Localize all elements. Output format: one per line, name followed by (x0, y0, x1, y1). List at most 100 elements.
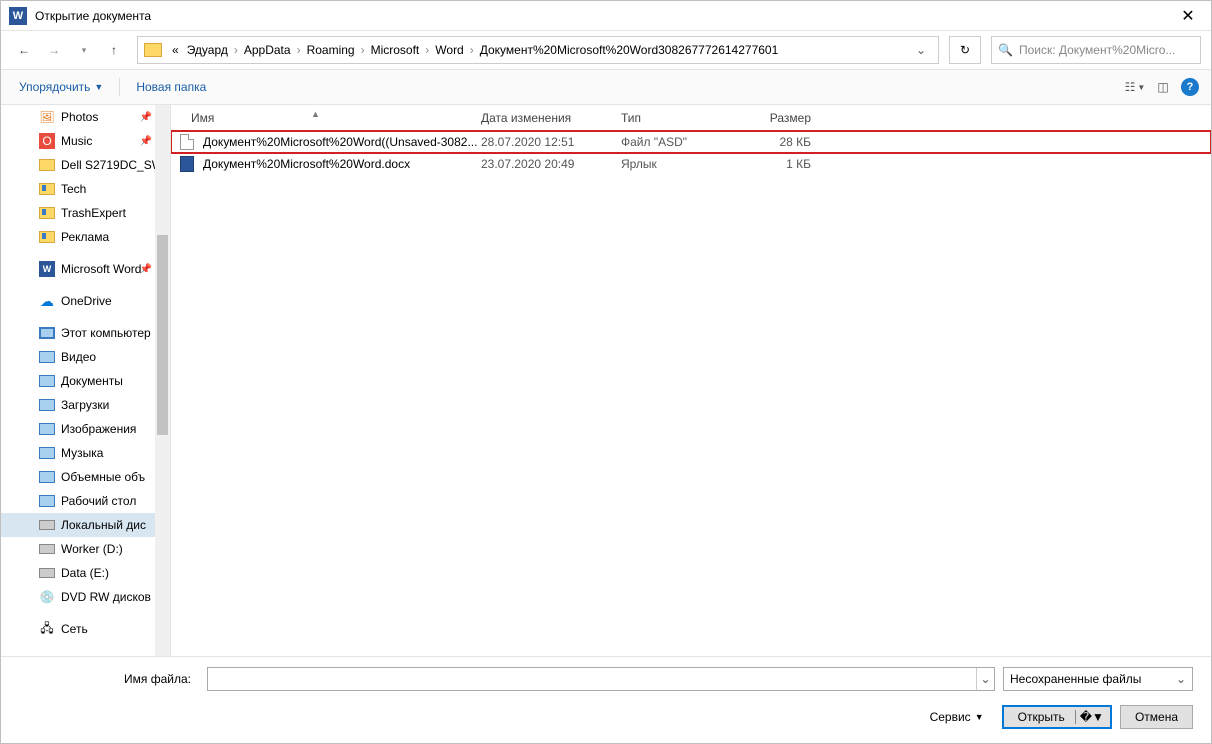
sidebar-item[interactable]: Data (E:) (1, 561, 170, 585)
sidebar-item[interactable]: Worker (D:) (1, 537, 170, 561)
file-row[interactable]: Документ%20Microsoft%20Word((Unsaved-308… (171, 131, 1211, 153)
file-pane: Имя▲ Дата изменения Тип Размер Документ%… (171, 105, 1211, 656)
sidebar-item-label: Microsoft Word (61, 262, 141, 276)
sidebar-item[interactable]: Dell S2719DC_SW (1, 153, 170, 177)
toolbar: Упорядочить ▼ Новая папка ☷▼ ◫ ? (1, 69, 1211, 105)
col-header-size[interactable]: Размер (741, 111, 821, 125)
footer: Имя файла: ⌄ Несохраненные файлы⌄ Сервис… (1, 656, 1211, 743)
sort-indicator-icon: ▲ (311, 109, 320, 119)
sidebar-item-label: Tech (61, 182, 86, 196)
crumb-0[interactable]: Эдуард (183, 43, 232, 57)
view-options-button[interactable]: ☷▼ (1125, 77, 1145, 97)
search-icon: 🔍 (998, 43, 1013, 57)
sidebar-item-label: Этот компьютер (61, 326, 151, 340)
sidebar-item[interactable]: OMusic📌 (1, 129, 170, 153)
open-file-dialog: W Открытие документа ✕ ← → ▾ ↑ « Эдуард›… (0, 0, 1212, 744)
file-date: 23.07.2020 20:49 (481, 157, 621, 171)
sidebar-item-label: Реклама (61, 230, 109, 244)
crumb-4[interactable]: Word (431, 43, 467, 57)
sidebar-scrollbar[interactable] (155, 105, 170, 656)
sidebar-item-label: DVD RW дисков (61, 590, 151, 604)
filename-input[interactable]: ⌄ (207, 667, 995, 691)
forward-button[interactable]: → (41, 37, 67, 63)
sidebar-item-label: Dell S2719DC_SW (61, 158, 163, 172)
col-header-date[interactable]: Дата изменения (481, 111, 621, 125)
filename-dropdown[interactable]: ⌄ (976, 668, 994, 690)
search-input[interactable]: 🔍 Поиск: Документ%20Micro... (991, 36, 1201, 64)
sidebar-item[interactable]: 🖧Сеть (1, 617, 170, 641)
filename-label: Имя файла: (19, 672, 199, 686)
sidebar-item[interactable]: Изображения (1, 417, 170, 441)
titlebar: W Открытие документа ✕ (1, 1, 1211, 31)
new-folder-button[interactable]: Новая папка (130, 76, 212, 98)
sidebar-item[interactable]: Этот компьютер (1, 321, 170, 345)
sidebar-item-label: Видео (61, 350, 96, 364)
help-button[interactable]: ? (1181, 78, 1199, 96)
file-row[interactable]: Документ%20Microsoft%20Word.docx23.07.20… (171, 153, 1211, 175)
folder-icon (144, 43, 162, 57)
crumb-2[interactable]: Roaming (303, 43, 359, 57)
sidebar-item[interactable]: Загрузки (1, 393, 170, 417)
recent-dropdown[interactable]: ▾ (71, 37, 97, 63)
sidebar-item[interactable]: Рабочий стол (1, 489, 170, 513)
organize-button[interactable]: Упорядочить ▼ (13, 76, 109, 98)
sidebar: 🖼Photos📌OMusic📌Dell S2719DC_SWTechTrashE… (1, 105, 171, 656)
crumb-3[interactable]: Microsoft (367, 43, 424, 57)
sidebar-item-label: Worker (D:) (61, 542, 123, 556)
address-dropdown[interactable]: ⌄ (910, 43, 932, 57)
crumb-1[interactable]: AppData (240, 43, 295, 57)
sidebar-item-label: Изображения (61, 422, 136, 436)
col-header-name[interactable]: Имя▲ (171, 111, 481, 125)
sidebar-item-label: Сеть (61, 622, 88, 636)
file-name: Документ%20Microsoft%20Word.docx (203, 157, 481, 171)
pin-icon: 📌 (140, 112, 152, 123)
file-type: Файл "ASD" (621, 135, 741, 149)
col-header-type[interactable]: Тип (621, 111, 741, 125)
crumb-prefix[interactable]: « (168, 43, 183, 57)
open-split-dropdown[interactable]: �▼ (1075, 710, 1104, 724)
up-button[interactable]: ↑ (101, 37, 127, 63)
file-icon (180, 134, 194, 150)
filetype-filter[interactable]: Несохраненные файлы⌄ (1003, 667, 1193, 691)
sidebar-item[interactable]: Объемные объ (1, 465, 170, 489)
close-button[interactable]: ✕ (1173, 6, 1203, 26)
nav-row: ← → ▾ ↑ « Эдуард› AppData› Roaming› Micr… (1, 31, 1211, 69)
search-placeholder: Поиск: Документ%20Micro... (1019, 43, 1176, 57)
sidebar-item-label: Data (E:) (61, 566, 109, 580)
preview-pane-button[interactable]: ◫ (1153, 77, 1173, 97)
sidebar-item-label: Рабочий стол (61, 494, 136, 508)
window-title: Открытие документа (35, 9, 1173, 23)
file-size: 1 КБ (741, 157, 821, 171)
address-bar[interactable]: « Эдуард› AppData› Roaming› Microsoft› W… (137, 36, 939, 64)
crumb-5[interactable]: Документ%20Microsoft%20Word3082677726142… (476, 43, 783, 57)
sidebar-item-label: TrashExpert (61, 206, 126, 220)
cancel-button[interactable]: Отмена (1120, 705, 1193, 729)
sidebar-item[interactable]: 💿DVD RW дисков (1, 585, 170, 609)
dialog-body: 🖼Photos📌OMusic📌Dell S2719DC_SWTechTrashE… (1, 105, 1211, 656)
sidebar-item[interactable]: Tech (1, 177, 170, 201)
sidebar-item-label: Музыка (61, 446, 103, 460)
sidebar-item-label: Документы (61, 374, 123, 388)
pin-icon: 📌 (140, 264, 152, 275)
file-size: 28 КБ (741, 135, 821, 149)
pin-icon: 📌 (140, 136, 152, 147)
sidebar-item[interactable]: Музыка (1, 441, 170, 465)
file-list: Документ%20Microsoft%20Word((Unsaved-308… (171, 131, 1211, 175)
back-button[interactable]: ← (11, 37, 37, 63)
sidebar-item[interactable]: Локальный дис (1, 513, 170, 537)
sidebar-item[interactable]: 🖼Photos📌 (1, 105, 170, 129)
sidebar-item[interactable]: Видео (1, 345, 170, 369)
sidebar-item[interactable]: Документы (1, 369, 170, 393)
sidebar-item-label: Music (61, 134, 92, 148)
sidebar-item[interactable]: WMicrosoft Word📌 (1, 257, 170, 281)
service-button[interactable]: Сервис ▼ (930, 710, 984, 724)
sidebar-item[interactable]: Реклама (1, 225, 170, 249)
refresh-button[interactable]: ↻ (949, 36, 981, 64)
file-date: 28.07.2020 12:51 (481, 135, 621, 149)
sidebar-item-label: Объемные объ (61, 470, 145, 484)
sidebar-item-label: Загрузки (61, 398, 109, 412)
sidebar-item[interactable]: TrashExpert (1, 201, 170, 225)
open-button[interactable]: Открыть�▼ (1002, 705, 1112, 729)
sidebar-item[interactable]: ☁OneDrive (1, 289, 170, 313)
sidebar-item-label: Photos (61, 110, 98, 124)
